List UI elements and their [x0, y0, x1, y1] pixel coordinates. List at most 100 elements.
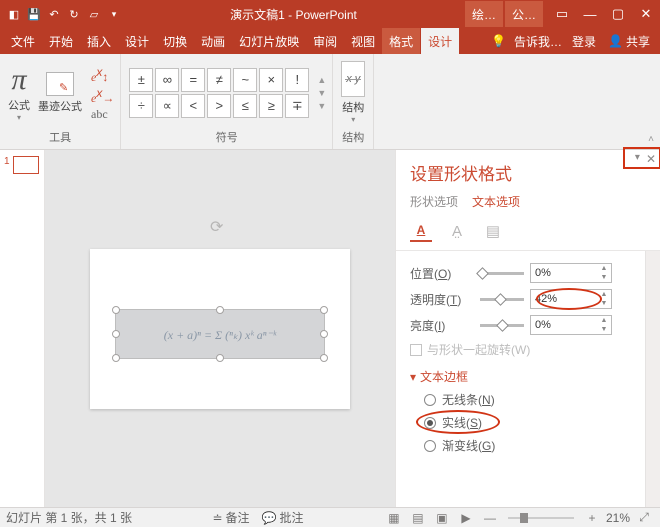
professional-icon[interactable]: ex↕ — [91, 65, 114, 84]
context-tab-drawing[interactable]: 绘… — [465, 1, 503, 27]
symbol-cell[interactable]: ∓ — [285, 94, 309, 118]
normal-text-icon[interactable]: abc — [91, 107, 114, 121]
symbol-cell[interactable]: ≤ — [233, 94, 257, 118]
tab-insert[interactable]: 插入 — [80, 28, 118, 54]
resize-handle[interactable] — [112, 330, 120, 338]
brightness-slider[interactable] — [480, 324, 524, 327]
symbol-cell[interactable]: > — [207, 94, 231, 118]
spin-up-icon[interactable]: ▲ — [597, 290, 611, 299]
normal-view-icon[interactable]: ▦ — [384, 510, 404, 526]
spin-up-icon[interactable]: ▲ — [597, 316, 611, 325]
resize-handle[interactable] — [216, 306, 224, 314]
tab-home[interactable]: 开始 — [42, 28, 80, 54]
resize-handle[interactable] — [112, 354, 120, 362]
radio-no-line[interactable]: 无线条(N) — [424, 391, 641, 408]
slide-thumbnail[interactable]: 1 — [4, 156, 40, 174]
ribbon-display-icon[interactable]: ▭ — [548, 0, 576, 28]
qat-dropdown-icon[interactable]: ▾ — [106, 6, 122, 22]
zoom-slider[interactable] — [508, 517, 574, 519]
resize-handle[interactable] — [112, 306, 120, 314]
symbol-cell[interactable]: ~ — [233, 68, 257, 92]
tab-transition[interactable]: 切换 — [156, 28, 194, 54]
notes-button[interactable]: ≐ 备注 — [212, 509, 249, 526]
resize-handle[interactable] — [320, 330, 328, 338]
panel-options-icon[interactable]: ▾ — [635, 152, 640, 166]
panel-tab-text[interactable]: 文本选项 — [472, 193, 520, 210]
fit-to-window-icon[interactable]: ⤢ — [634, 510, 654, 526]
tab-view[interactable]: 视图 — [344, 28, 382, 54]
sorter-view-icon[interactable]: ▤ — [408, 510, 428, 526]
position-slider[interactable] — [480, 272, 524, 275]
tab-eq-design[interactable]: 设计 — [421, 28, 459, 54]
zoom-in-icon[interactable]: + — [582, 510, 602, 526]
ink-equation-button[interactable]: ✎ 墨迹公式 — [36, 70, 84, 116]
resize-handle[interactable] — [320, 354, 328, 362]
symbol-cell[interactable]: × — [259, 68, 283, 92]
radio-solid-line[interactable]: 实线(S) — [424, 414, 641, 431]
close-icon[interactable]: ✕ — [632, 0, 660, 28]
rotate-handle-icon[interactable]: ⟳ — [210, 217, 230, 237]
redo-icon[interactable]: ↻ — [66, 6, 82, 22]
position-spinner[interactable]: 0%▲▼ — [530, 263, 612, 283]
tab-design[interactable]: 设计 — [118, 28, 156, 54]
spin-down-icon[interactable]: ▼ — [597, 273, 611, 282]
linear-icon[interactable]: ex→ — [91, 86, 114, 105]
context-tab-equation[interactable]: 公… — [505, 1, 543, 27]
spin-down-icon[interactable]: ▼ — [597, 299, 611, 308]
symbol-cell[interactable]: ! — [285, 68, 309, 92]
symbol-cell[interactable]: ≥ — [259, 94, 283, 118]
spin-down-icon[interactable]: ▼ — [597, 325, 611, 334]
thumbnail-pane[interactable]: 1 — [0, 150, 45, 507]
text-effects-icon[interactable]: A̤ — [446, 220, 468, 242]
tab-format[interactable]: 格式 — [382, 28, 420, 54]
collapse-ribbon-icon[interactable]: ˄ — [642, 54, 660, 149]
symbol-cell[interactable]: ± — [129, 68, 153, 92]
tab-slideshow[interactable]: 幻灯片放映 — [232, 28, 306, 54]
reading-view-icon[interactable]: ▣ — [432, 510, 452, 526]
textbox-icon[interactable]: ▤ — [482, 220, 504, 242]
zoom-out-icon[interactable]: — — [480, 510, 500, 526]
brightness-spinner[interactable]: 0%▲▼ — [530, 315, 612, 335]
resize-handle[interactable] — [216, 354, 224, 362]
start-slideshow-icon[interactable]: ▱ — [86, 6, 102, 22]
gallery-more-icon[interactable]: ▼ — [317, 101, 326, 111]
panel-tab-shape[interactable]: 形状选项 — [410, 193, 458, 210]
tab-animation[interactable]: 动画 — [194, 28, 232, 54]
system-menu-icon[interactable]: ◧ — [6, 6, 22, 22]
save-icon[interactable]: 💾 — [26, 6, 42, 22]
transparency-spinner[interactable]: 42%▲▼ — [530, 289, 612, 309]
zoom-level[interactable]: 21% — [606, 511, 630, 525]
minimize-icon[interactable]: — — [576, 0, 604, 28]
tab-review[interactable]: 审阅 — [306, 28, 344, 54]
spin-up-icon[interactable]: ▲ — [597, 264, 611, 273]
share-button[interactable]: 👤共享 — [602, 28, 656, 54]
symbol-cell[interactable]: ∝ — [155, 94, 179, 118]
sign-in[interactable]: 登录 — [566, 28, 602, 54]
resize-handle[interactable] — [320, 306, 328, 314]
equation-button[interactable]: π 公式 ▾ — [6, 61, 32, 124]
symbol-gallery: ± ∞ = ≠ ~ × ! ÷ ∝ < > ≤ ≥ ∓ — [129, 68, 309, 118]
section-text-outline[interactable]: ▾文本边框 — [410, 368, 641, 385]
gallery-scroll-down-icon[interactable]: ▼ — [317, 88, 326, 98]
symbol-cell[interactable]: < — [181, 94, 205, 118]
symbol-cell[interactable]: = — [181, 68, 205, 92]
text-fill-outline-icon[interactable]: A — [410, 220, 432, 242]
structure-button[interactable]: x y 结构 ▾ — [339, 59, 367, 126]
symbol-cell[interactable]: ≠ — [207, 68, 231, 92]
gallery-scroll-up-icon[interactable]: ▲ — [317, 75, 326, 85]
restore-icon[interactable]: ▢ — [604, 0, 632, 28]
symbol-cell[interactable]: ÷ — [129, 94, 153, 118]
panel-close-icon[interactable]: ✕ — [646, 152, 656, 166]
panel-scrollbar[interactable] — [645, 251, 660, 507]
slide[interactable]: ⟳ (x + a)ⁿ = Σ (ⁿₖ) xᵏ aⁿ⁻ᵏ — [90, 249, 350, 409]
equation-shape[interactable]: (x + a)ⁿ = Σ (ⁿₖ) xᵏ aⁿ⁻ᵏ — [115, 309, 325, 359]
comments-button[interactable]: 💬 批注 — [262, 509, 304, 526]
slideshow-view-icon[interactable]: ▶ — [456, 510, 476, 526]
slide-canvas[interactable]: ⟳ (x + a)ⁿ = Σ (ⁿₖ) xᵏ aⁿ⁻ᵏ — [45, 150, 395, 507]
radio-gradient-line[interactable]: 渐变线(G) — [424, 437, 641, 454]
tab-file[interactable]: 文件 — [4, 28, 42, 54]
tell-me[interactable]: 告诉我… — [510, 28, 566, 54]
symbol-cell[interactable]: ∞ — [155, 68, 179, 92]
undo-icon[interactable]: ↶ — [46, 6, 62, 22]
transparency-slider[interactable] — [480, 298, 524, 301]
